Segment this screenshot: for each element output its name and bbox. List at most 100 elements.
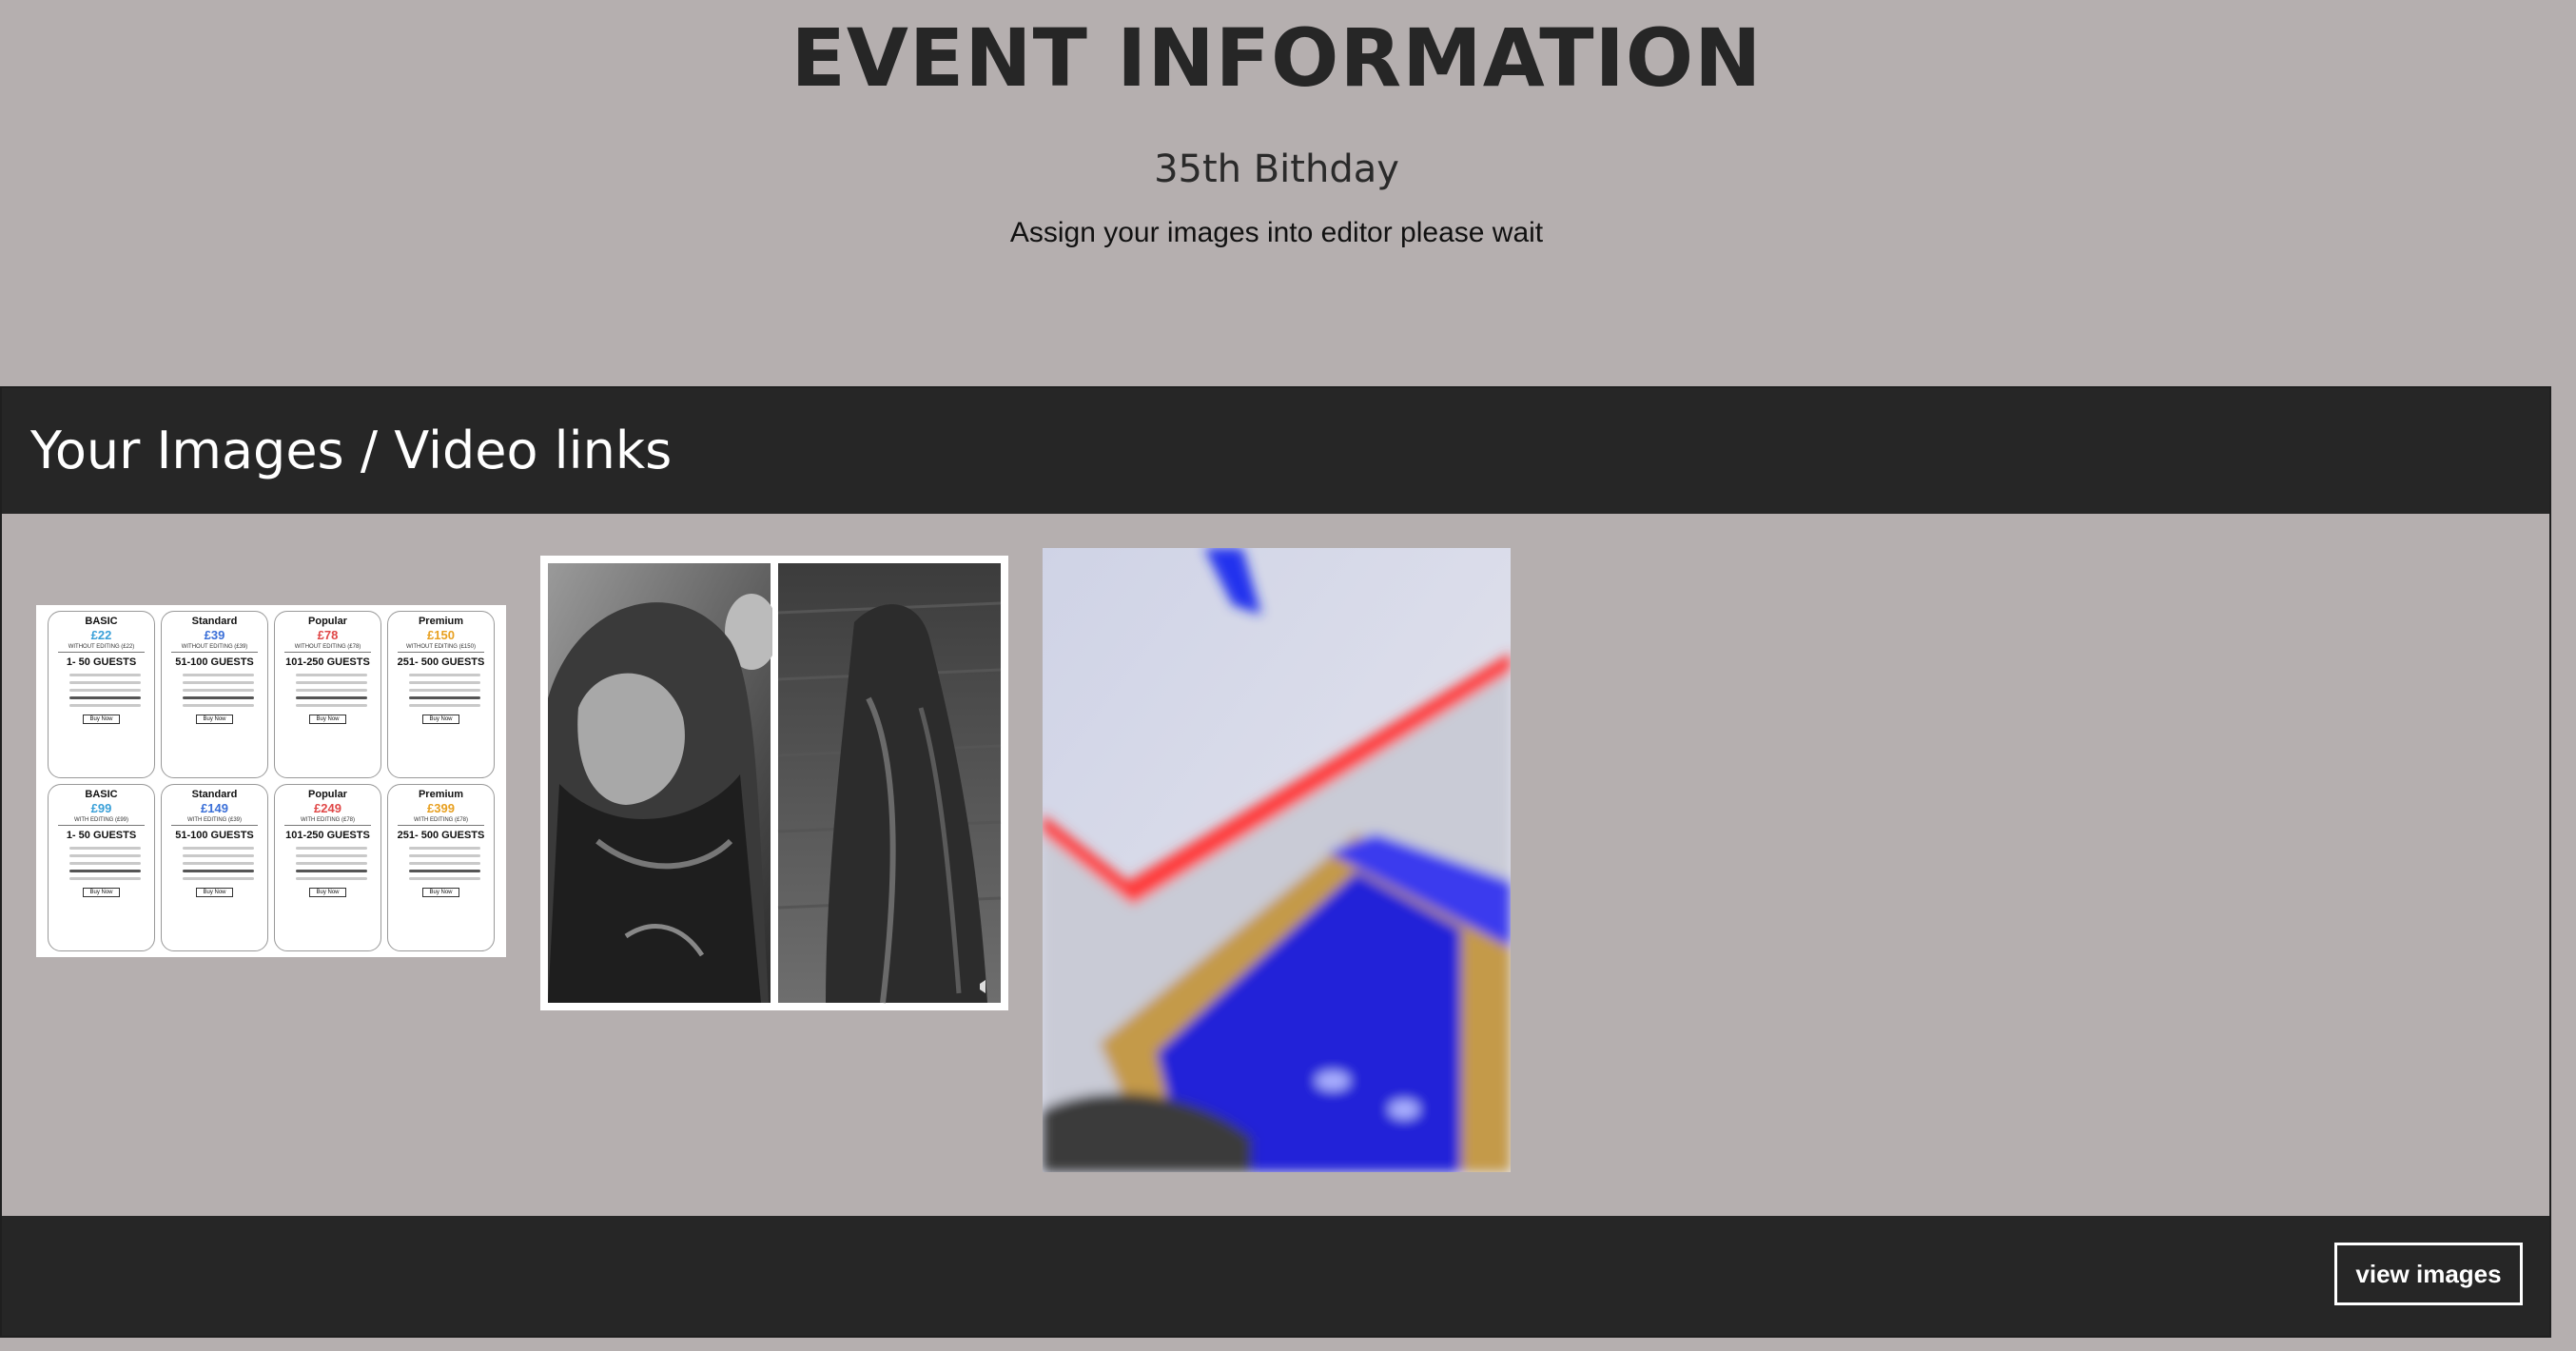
- pricing-buy-button: Buy Now: [309, 715, 346, 724]
- pricing-card: Standard £149 WITH EDITING (£39) 51-100 GUE…: [161, 784, 268, 951]
- video-thumbnail[interactable]: [1043, 548, 1511, 1172]
- pricing-price: £149: [201, 801, 228, 815]
- pricing-feature-line: [409, 877, 480, 880]
- pricing-subtitle: WITHOUT EDITING (£22): [58, 643, 145, 653]
- pricing-tier: Premium: [418, 789, 464, 800]
- pricing-feature-line: [296, 862, 367, 865]
- pricing-tier: Standard: [191, 789, 238, 800]
- pricing-subtitle: WITH EDITING (£78): [284, 816, 371, 826]
- pricing-feature-line: [409, 681, 480, 684]
- pricing-feature-line: [69, 877, 141, 880]
- pricing-card: BASIC £99 WITH EDITING (£99) 1- 50 GUESTS Bu…: [48, 784, 155, 951]
- pricing-feature-line: [69, 704, 141, 707]
- pricing-buy-button: Buy Now: [422, 888, 459, 897]
- pricing-buy-button: Buy Now: [196, 888, 233, 897]
- pricing-subtitle: WITHOUT EDITING (£39): [171, 643, 258, 653]
- pricing-feature-line: [183, 681, 254, 684]
- pricing-feature-line: [69, 696, 141, 699]
- image-thumbnail-pricing[interactable]: BASIC £22 WITHOUT EDITING (£22) 1- 50 GUEST…: [36, 605, 506, 957]
- pricing-feature-line: [69, 689, 141, 692]
- media-panel-footer: [2, 1216, 2549, 1336]
- pricing-buy-button: Buy Now: [422, 715, 459, 724]
- pricing-feature-line: [69, 847, 141, 850]
- pricing-price: £39: [204, 628, 225, 642]
- pricing-feature-line: [183, 862, 254, 865]
- pricing-feature-line: [296, 847, 367, 850]
- pricing-feature-line: [183, 877, 254, 880]
- pricing-feature-line: [183, 674, 254, 676]
- video-still: [1043, 548, 1511, 1172]
- pricing-tier: BASIC: [85, 616, 118, 627]
- pricing-feature-line: [69, 854, 141, 857]
- pricing-subtitle: WITH EDITING (£99): [58, 816, 145, 826]
- pricing-buy-button: Buy Now: [83, 888, 120, 897]
- pricing-feature-line: [409, 854, 480, 857]
- pricing-feature-line: [69, 862, 141, 865]
- pricing-feature-line: [69, 674, 141, 676]
- bw-photo-collage: [548, 563, 1002, 1004]
- pricing-guests: 51-100 GUESTS: [175, 656, 254, 668]
- pricing-feature-line: [296, 674, 367, 676]
- pricing-card: Premium £150 WITHOUT EDITING (£150) 251- 50…: [387, 611, 495, 778]
- pricing-buy-button: Buy Now: [309, 888, 346, 897]
- pricing-feature-line: [183, 870, 254, 872]
- pricing-card: Popular £78 WITHOUT EDITING (£78) 101-250 G…: [274, 611, 381, 778]
- pricing-subtitle: WITHOUT EDITING (£150): [398, 643, 484, 653]
- pricing-guests: 1- 50 GUESTS: [66, 656, 137, 668]
- pricing-feature-line: [69, 870, 141, 872]
- pricing-feature-line: [183, 689, 254, 692]
- pricing-guests: 101-250 GUESTS: [285, 830, 370, 841]
- event-name: 35th Bithday: [1154, 147, 1399, 191]
- pricing-feature-line: [296, 689, 367, 692]
- page-title: EVENT INFORMATION: [790, 11, 1763, 105]
- pricing-price: £150: [427, 628, 455, 642]
- media-panel-header: Your Images / Video links: [2, 388, 2549, 514]
- pricing-feature-line: [409, 696, 480, 699]
- pricing-feature-line: [296, 877, 367, 880]
- pricing-card: BASIC £22 WITHOUT EDITING (£22) 1- 50 GUEST…: [48, 611, 155, 778]
- pricing-feature-line: [296, 681, 367, 684]
- pricing-guests: 51-100 GUESTS: [175, 830, 254, 841]
- pricing-guests: 251- 500 GUESTS: [397, 656, 485, 668]
- pricing-tier: Premium: [418, 616, 464, 627]
- pricing-feature-line: [183, 854, 254, 857]
- pricing-guests: 101-250 GUESTS: [285, 656, 370, 668]
- pricing-sheet: BASIC £22 WITHOUT EDITING (£22) 1- 50 GUEST…: [48, 611, 495, 951]
- pricing-feature-line: [296, 704, 367, 707]
- media-panel-title: Your Images / Video links: [30, 421, 673, 480]
- pricing-tier: Standard: [191, 616, 238, 627]
- event-status-message: Assign your images into editor please wa…: [1009, 217, 1544, 248]
- pricing-buy-button: Buy Now: [196, 715, 233, 724]
- pricing-price: £99: [90, 801, 112, 815]
- pricing-price: £249: [314, 801, 342, 815]
- pricing-guests: 251- 500 GUESTS: [397, 830, 485, 841]
- pricing-tier: Popular: [308, 616, 347, 627]
- pricing-feature-line: [296, 870, 367, 872]
- pricing-feature-line: [183, 847, 254, 850]
- pricing-tier: BASIC: [85, 789, 118, 800]
- pricing-feature-line: [409, 870, 480, 872]
- pricing-guests: 1- 50 GUESTS: [66, 830, 137, 841]
- pricing-feature-line: [409, 674, 480, 676]
- pricing-card: Premium £399 WITH EDITING (£78) 251- 500 GU…: [387, 784, 495, 951]
- pricing-feature-line: [409, 689, 480, 692]
- pricing-card: Popular £249 WITH EDITING (£78) 101-250 GUE…: [274, 784, 381, 951]
- pricing-price: £78: [317, 628, 339, 642]
- pricing-price: £399: [427, 801, 455, 815]
- pricing-feature-line: [296, 696, 367, 699]
- pricing-feature-line: [409, 847, 480, 850]
- pricing-buy-button: Buy Now: [83, 715, 120, 724]
- pricing-subtitle: WITH EDITING (£78): [398, 816, 484, 826]
- pricing-feature-line: [296, 854, 367, 857]
- pricing-subtitle: WITHOUT EDITING (£78): [284, 643, 371, 653]
- pricing-feature-line: [409, 704, 480, 707]
- pricing-card: Standard £39 WITHOUT EDITING (£39) 51-100 G…: [161, 611, 268, 778]
- pricing-feature-line: [409, 862, 480, 865]
- pricing-feature-line: [69, 681, 141, 684]
- pricing-price: £22: [90, 628, 112, 642]
- pricing-tier: Popular: [308, 789, 347, 800]
- pricing-feature-line: [183, 704, 254, 707]
- image-thumbnail-photo[interactable]: [540, 556, 1008, 1010]
- pricing-subtitle: WITH EDITING (£39): [171, 816, 258, 826]
- view-images-button[interactable]: view images: [2334, 1243, 2523, 1305]
